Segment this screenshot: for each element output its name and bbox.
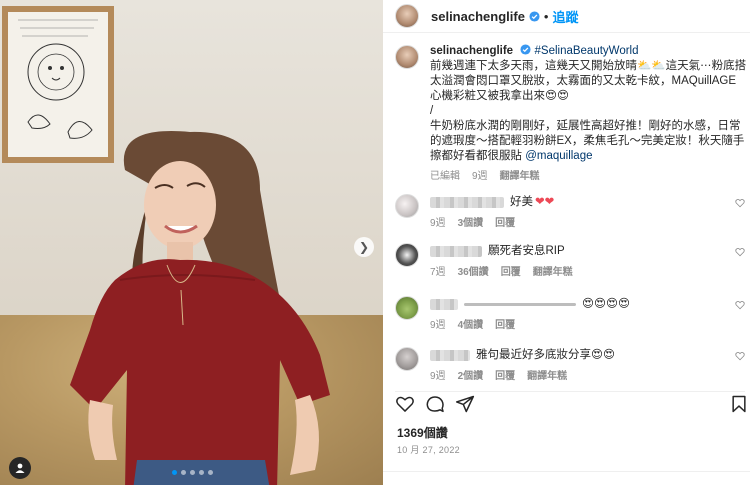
user-tag-icon — [15, 463, 25, 473]
carousel-dot — [181, 470, 186, 475]
bookmark-icon[interactable] — [729, 394, 749, 414]
avatar[interactable] — [395, 296, 419, 320]
heart-emoji-icon: ❤❤ — [535, 196, 555, 208]
comment-item: 雅句最近好多底妝分享 😍😍 9週 2個讚 回覆 翻譯年糕 — [395, 347, 747, 382]
blurred-username[interactable] — [430, 196, 504, 208]
like-comment-heart-icon[interactable] — [735, 351, 745, 361]
comment-text: 好美 — [510, 196, 533, 208]
post-date: 10 月 27, 2022 — [397, 445, 460, 455]
post-photo[interactable]: ❯ — [0, 0, 383, 485]
sun-cloud-emoji-icon: ⛅⛅ — [637, 60, 666, 72]
reply-button[interactable]: 回覆 — [501, 263, 521, 278]
post-action-bar — [395, 391, 746, 415]
mention-link[interactable]: @maquillage — [525, 150, 592, 162]
comment-time[interactable]: 9週 — [430, 316, 446, 331]
add-comment-bar[interactable] — [383, 471, 750, 485]
comment-icon[interactable] — [425, 394, 445, 414]
comment-likes[interactable]: 3個讚 — [458, 214, 484, 229]
carousel-dot — [199, 470, 204, 475]
smiley-emoji-icon: 😍😍😍😍 — [582, 298, 630, 310]
reply-button[interactable]: 回覆 — [495, 316, 515, 331]
translate-link[interactable]: 翻譯年糕 — [500, 169, 540, 184]
share-icon[interactable] — [455, 394, 475, 414]
tagged-users-button[interactable] — [9, 457, 31, 479]
separator-dot: • — [543, 8, 549, 24]
avatar[interactable] — [395, 243, 419, 267]
chevron-right-icon: ❯ — [358, 240, 370, 254]
comment-likes[interactable]: 36個讚 — [458, 263, 489, 278]
avatar[interactable] — [395, 347, 419, 371]
caption-username[interactable]: selinachenglife — [430, 45, 513, 57]
post-details-panel: selinachenglife • 追蹤 selinachenglife #Se… — [383, 0, 750, 485]
comment-time[interactable]: 9週 — [430, 214, 446, 229]
reply-button[interactable]: 回覆 — [495, 214, 515, 229]
caption-divider: / — [430, 105, 434, 117]
hashtag-link[interactable]: #SelinaBeautyWorld — [535, 45, 639, 57]
like-comment-heart-icon[interactable] — [735, 300, 745, 310]
follow-button[interactable]: 追蹤 — [552, 7, 578, 26]
smiley-emoji-icon: 😍😍 — [591, 349, 615, 361]
comment-item: 願死者安息RIP 7週 36個讚 回覆 翻譯年糕 — [395, 243, 747, 278]
carousel-dot — [208, 470, 213, 475]
translate-link[interactable]: 翻譯年糕 — [533, 263, 573, 278]
woman-figure — [70, 131, 330, 485]
translate-link[interactable]: 翻譯年糕 — [527, 367, 567, 382]
blurred-username[interactable] — [430, 349, 470, 361]
post-time[interactable]: 9週 — [472, 169, 488, 184]
like-comment-heart-icon[interactable] — [735, 247, 745, 257]
blurred-username[interactable] — [430, 298, 458, 310]
avatar[interactable] — [395, 45, 419, 69]
verified-badge-icon — [520, 44, 531, 55]
blurred-text — [464, 302, 576, 306]
carousel-indicator — [172, 470, 213, 475]
comment-time[interactable]: 7週 — [430, 263, 446, 278]
comment-time[interactable]: 9週 — [430, 367, 446, 382]
blurred-username[interactable] — [430, 245, 482, 257]
next-photo-button[interactable]: ❯ — [354, 237, 374, 257]
post-caption: selinachenglife #SelinaBeautyWorld 前幾週連下… — [395, 44, 747, 184]
caption-meta: 已編輯 9週 翻譯年糕 — [430, 169, 747, 184]
post-header: selinachenglife • 追蹤 — [383, 0, 750, 33]
avatar[interactable] — [395, 194, 419, 218]
comment-text: 雅句最近好多底妝分享 — [476, 349, 591, 361]
author-username[interactable]: selinachenglife — [431, 9, 525, 24]
comment-text: 願死者安息RIP — [488, 245, 565, 257]
avatar[interactable] — [395, 4, 419, 28]
comment-item: 好美 ❤❤ 9週 3個讚 回覆 — [395, 194, 747, 229]
instagram-post-view: ❯ selinachenglife • 追蹤 selinachenglife #… — [0, 0, 750, 485]
comment-item: 😍😍😍😍 9週 4個讚 回覆 — [395, 296, 747, 331]
like-count[interactable]: 1369個讚 — [397, 424, 448, 441]
reply-button[interactable]: 回覆 — [495, 367, 515, 382]
heart-icon[interactable] — [395, 394, 415, 414]
carousel-dot — [190, 470, 195, 475]
like-comment-heart-icon[interactable] — [735, 198, 745, 208]
caption-text: 前幾週連下太多天雨，這幾天又開始放晴 — [430, 60, 637, 72]
carousel-dot — [172, 470, 177, 475]
smiley-emoji-icon: 😍😍 — [545, 90, 569, 102]
comment-likes[interactable]: 4個讚 — [458, 316, 484, 331]
comment-likes[interactable]: 2個讚 — [458, 367, 484, 382]
edited-label: 已編輯 — [430, 171, 460, 182]
verified-badge-icon — [529, 10, 540, 22]
